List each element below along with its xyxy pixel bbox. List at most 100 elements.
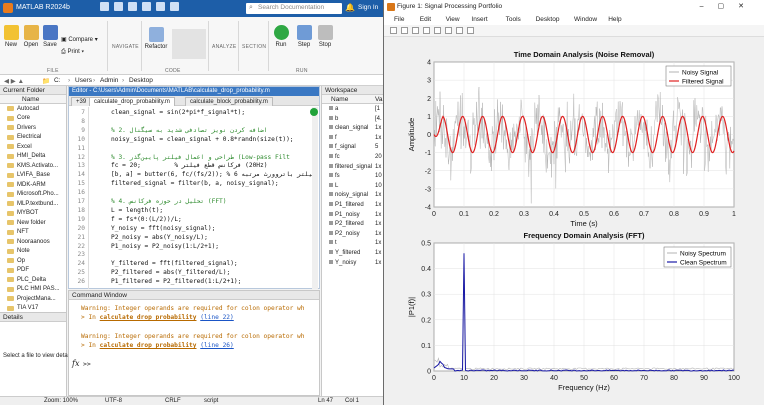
data-cursor-icon[interactable] xyxy=(467,27,474,34)
code-tools-group[interactable] xyxy=(172,29,206,59)
workspace-variable[interactable]: b xyxy=(329,115,338,122)
folder-item[interactable]: TIA V17 xyxy=(0,304,66,313)
command-window[interactable]: Command Window Warning: Integer operands… xyxy=(68,290,320,396)
workspace-variable[interactable]: P2_noisy xyxy=(329,230,360,237)
folder-item[interactable]: Excel xyxy=(0,142,66,152)
code-line[interactable]: % 3. طراحی و اعمال فیلتر پایین‌گذر (Low-… xyxy=(111,154,290,161)
code-area[interactable]: 7 clean_signal = sin(2*pi*f_signal*t); 8 9%… xyxy=(69,107,319,289)
menu-insert[interactable]: Insert xyxy=(471,16,487,23)
folder-item[interactable]: LVIFA_Base xyxy=(0,171,66,181)
code-line[interactable]: [b, a] = butter(6, fc/(fs/2)); % فیلتر ب… xyxy=(111,171,316,178)
function-link[interactable]: calculate_drop_probability xyxy=(100,314,197,321)
menu-view[interactable]: View xyxy=(446,16,460,23)
folder-item[interactable]: Autocad xyxy=(0,104,66,114)
line-link[interactable]: (line 26) xyxy=(200,342,234,349)
run-button[interactable]: Run xyxy=(272,25,290,48)
breadcrumb-desktop[interactable]: Desktop xyxy=(129,77,153,84)
save-button[interactable]: Save xyxy=(42,25,58,48)
code-line[interactable]: Y_filtered = fft(filtered_signal); xyxy=(111,260,238,267)
workspace-variable[interactable]: a xyxy=(329,106,338,112)
search-input[interactable]: ⌕ Search Documentation xyxy=(246,3,342,14)
tab-calculate-block-probability[interactable]: calculate_block_probability.m xyxy=(185,97,273,106)
folder-item[interactable]: MDK-ARM xyxy=(0,180,66,190)
folder-item[interactable]: PLC HMI PAS... xyxy=(0,285,66,295)
zoom-in-icon[interactable] xyxy=(434,27,441,34)
workspace-variable[interactable]: P1_filtered xyxy=(329,202,364,208)
function-link[interactable]: calculate_drop_probability xyxy=(100,342,197,349)
folder-item[interactable]: NFT xyxy=(0,228,66,238)
code-line[interactable]: f = fs*(0:(L/2))/L; xyxy=(111,216,182,223)
menu-help[interactable]: Help xyxy=(608,16,621,23)
open-icon[interactable] xyxy=(401,27,408,34)
folder-item[interactable]: ProjectMana... xyxy=(0,294,66,304)
folder-item[interactable]: Core xyxy=(0,114,66,124)
code-line[interactable]: L = length(t); xyxy=(111,207,163,214)
analyze-section-label[interactable]: ANALYZE xyxy=(212,44,237,50)
folder-item[interactable]: PDF xyxy=(0,266,66,276)
section-section-label[interactable]: SECTION xyxy=(242,44,266,50)
refactor-button[interactable]: Refactor xyxy=(143,27,169,50)
workspace-variable[interactable]: Y_filtered xyxy=(329,250,360,256)
workspace-variable[interactable]: fc xyxy=(329,154,340,160)
workspace-variable[interactable]: clean_signal xyxy=(329,125,368,131)
workspace-variable[interactable]: noisy_signal xyxy=(329,192,368,198)
workspace-variable[interactable]: filtered_signal xyxy=(329,163,372,170)
ws-name-header[interactable]: Name xyxy=(331,96,348,103)
workspace-variable[interactable]: f_signal xyxy=(329,144,356,150)
window-controls[interactable]: –▢✕ xyxy=(700,2,758,10)
folder-item[interactable]: New folder xyxy=(0,218,66,228)
code-line[interactable]: P1_noisy = P2_noisy(1:L/2+1); xyxy=(111,243,219,250)
workspace-variable[interactable]: Y_noisy xyxy=(329,259,356,266)
folder-item[interactable]: Note xyxy=(0,247,66,257)
code-line[interactable]: filtered_signal = filter(b, a, noisy_sig… xyxy=(111,180,279,187)
stop-button[interactable]: Stop xyxy=(316,25,334,48)
breadcrumb-users[interactable]: Users xyxy=(75,77,92,84)
new-figure-icon[interactable] xyxy=(390,27,397,34)
folder-item[interactable]: Op xyxy=(0,256,66,266)
code-line[interactable]: P1_filtered = P2_filtered(1:L/2+1); xyxy=(111,278,241,285)
print-button[interactable]: ⎙ Print ▾ xyxy=(61,49,84,56)
address-bar[interactable]: ◀ ▶ ▲ 📁 C: › Users › Admin › Desktop xyxy=(0,75,383,86)
name-column-header[interactable]: Name xyxy=(0,95,66,104)
menu-window[interactable]: Window xyxy=(574,16,597,23)
code-line[interactable]: clean_signal = sin(2*pi*f_signal*t); xyxy=(111,109,245,116)
code-line[interactable]: % 4. تحلیل در حوزه فرکانس (FFT) xyxy=(111,198,227,205)
code-line[interactable]: P2_filtered = abs(Y_filtered/L); xyxy=(111,269,230,276)
new-button[interactable]: New xyxy=(3,25,19,48)
save-icon[interactable] xyxy=(100,2,109,11)
compare-button[interactable]: ▣ Compare ▾ xyxy=(61,36,98,43)
folder-item[interactable]: PLC_Delta xyxy=(0,275,66,285)
menu-desktop[interactable]: Desktop xyxy=(536,16,560,23)
workspace-variable[interactable]: L xyxy=(329,182,338,189)
editor-scrollbar[interactable] xyxy=(312,107,318,289)
workspace-variable[interactable]: P1_noisy xyxy=(329,211,360,218)
menu-edit[interactable]: Edit xyxy=(420,16,431,23)
code-line[interactable]: fc = 20; % فرکانس قطع فیلتر (20Hz) xyxy=(111,162,267,169)
copy-icon[interactable] xyxy=(128,2,137,11)
code-line[interactable]: % 2. اضافه کردن نویز تصادفی شدید به سیگن… xyxy=(111,127,267,134)
menu-tools[interactable]: Tools xyxy=(506,16,521,23)
open-button[interactable]: Open xyxy=(22,25,40,48)
folder-item[interactable]: Microsoft.Pho... xyxy=(0,190,66,200)
ws-value-header[interactable]: Va xyxy=(375,96,382,103)
menu-file[interactable]: File xyxy=(394,16,404,23)
folder-item[interactable]: Nooraanoos xyxy=(0,237,66,247)
code-line[interactable]: noisy_signal = clean_signal + 0.8*randn(… xyxy=(111,136,294,143)
command-prompt[interactable]: >> xyxy=(83,360,91,368)
step-button[interactable]: Step xyxy=(295,25,313,48)
folder-item[interactable]: KMS.Activato... xyxy=(0,161,66,171)
workspace-variable[interactable]: f xyxy=(329,134,337,141)
tab-calculate-drop-probability[interactable]: calculate_drop_probability.m xyxy=(89,97,175,106)
folder-item[interactable]: MLP.textbund... xyxy=(0,199,66,209)
print-icon[interactable] xyxy=(423,27,430,34)
save-icon[interactable] xyxy=(412,27,419,34)
back-arrow-icon[interactable]: ◀ ▶ ▲ xyxy=(4,77,24,85)
folder-item[interactable]: Drivers xyxy=(0,123,66,133)
workspace-variable[interactable]: P2_filtered xyxy=(329,221,364,227)
line-link[interactable]: (line 22) xyxy=(200,314,234,321)
code-line[interactable]: Y_noisy = fft(noisy_signal); xyxy=(111,225,215,232)
folder-item[interactable]: Electrical xyxy=(0,133,66,143)
breadcrumb-drive[interactable]: C: xyxy=(54,77,61,84)
folder-item[interactable]: HMI_Delta xyxy=(0,152,66,162)
cut-icon[interactable] xyxy=(114,2,123,11)
